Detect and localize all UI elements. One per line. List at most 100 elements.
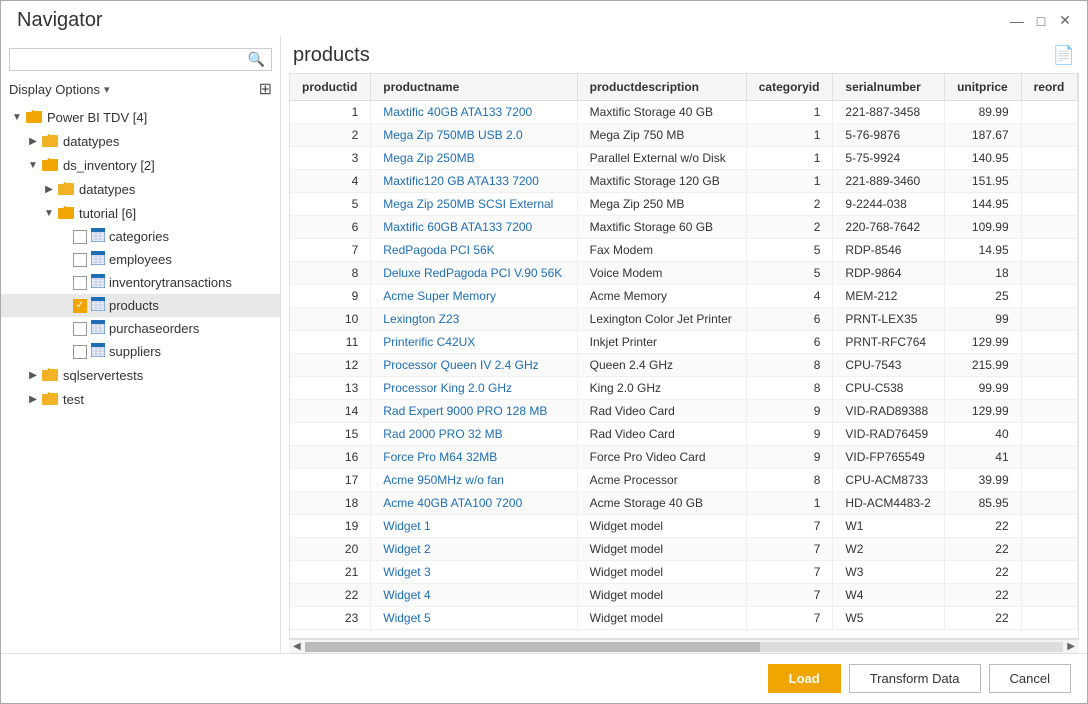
table-row[interactable]: 7RedPagoda PCI 56KFax Modem5RDP-854614.9… [290, 239, 1078, 262]
tree-item-inventorytransactions[interactable]: inventorytransactions [1, 271, 280, 294]
load-button[interactable]: Load [768, 664, 841, 693]
table-row[interactable]: 22Widget 4Widget model7W422 [290, 584, 1078, 607]
window-controls: — □ ✕ [1007, 11, 1075, 31]
nav-view-button[interactable]: ⊞ [259, 79, 272, 99]
table-row[interactable]: 12Processor Queen IV 2.4 GHzQueen 2.4 GH… [290, 354, 1078, 377]
table-cell: RedPagoda PCI 56K [371, 239, 577, 262]
table-row[interactable]: 8Deluxe RedPagoda PCI V.90 56KVoice Mode… [290, 262, 1078, 285]
table-row[interactable]: 6Maxtific 60GB ATA133 7200Maxtific Stora… [290, 216, 1078, 239]
tree-item-sqlservertests[interactable]: ▶sqlservertests [1, 363, 280, 387]
table-row[interactable]: 14Rad Expert 9000 PRO 128 MBRad Video Ca… [290, 400, 1078, 423]
scroll-right-arrow[interactable]: ▶ [1063, 639, 1079, 653]
tree-label-categories: categories [109, 229, 169, 244]
table-row[interactable]: 1Maxtific 40GB ATA133 7200Maxtific Stora… [290, 101, 1078, 124]
tree-item-products[interactable]: ✓ products [1, 294, 280, 317]
table-cell [1021, 400, 1077, 423]
table-cell: Widget model [577, 607, 746, 630]
table-cell: 7 [746, 561, 833, 584]
table-cell: 23 [290, 607, 371, 630]
tree-label-employees: employees [109, 252, 172, 267]
horizontal-scrollbar[interactable]: ◀ ▶ [289, 639, 1079, 653]
tree-label-datatypes2: datatypes [79, 182, 135, 197]
table-row[interactable]: 15Rad 2000 PRO 32 MBRad Video Card9VID-R… [290, 423, 1078, 446]
table-cell: 215.99 [945, 354, 1022, 377]
table-cell: 14.95 [945, 239, 1022, 262]
table-cell [1021, 561, 1077, 584]
table-cell: CPU-C538 [833, 377, 945, 400]
expand-icon-test: ▶ [25, 391, 41, 407]
checkbox-purchaseorders[interactable] [73, 322, 87, 336]
table-cell: 7 [746, 515, 833, 538]
transform-data-button[interactable]: Transform Data [849, 664, 981, 693]
table-row[interactable]: 21Widget 3Widget model7W322 [290, 561, 1078, 584]
table-row[interactable]: 3Mega Zip 250MBParallel External w/o Dis… [290, 147, 1078, 170]
table-cell: 144.95 [945, 193, 1022, 216]
scroll-left-arrow[interactable]: ◀ [289, 639, 305, 653]
checkbox-suppliers[interactable] [73, 345, 87, 359]
display-options-button[interactable]: Display Options ▾ [9, 82, 110, 97]
data-table-container[interactable]: productidproductnameproductdescriptionca… [289, 73, 1079, 639]
table-row[interactable]: 5Mega Zip 250MB SCSI ExternalMega Zip 25… [290, 193, 1078, 216]
table-cell: PRNT-LEX35 [833, 308, 945, 331]
tree-item-purchaseorders[interactable]: purchaseorders [1, 317, 280, 340]
close-button[interactable]: ✕ [1055, 11, 1075, 31]
table-row[interactable]: 2Mega Zip 750MB USB 2.0Mega Zip 750 MB15… [290, 124, 1078, 147]
table-row[interactable]: 10Lexington Z23Lexington Color Jet Print… [290, 308, 1078, 331]
table-cell: Widget 4 [371, 584, 577, 607]
table-cell: 221-887-3458 [833, 101, 945, 124]
table-cell: Widget 2 [371, 538, 577, 561]
table-row[interactable]: 20Widget 2Widget model7W222 [290, 538, 1078, 561]
tree-item-tutorial[interactable]: ▼tutorial [6] [1, 201, 280, 225]
expand-icon-purchaseorders [57, 321, 73, 337]
table-row[interactable]: 9Acme Super MemoryAcme Memory4MEM-21225 [290, 285, 1078, 308]
minimize-button[interactable]: — [1007, 11, 1027, 31]
table-row[interactable]: 18Acme 40GB ATA100 7200Acme Storage 40 G… [290, 492, 1078, 515]
table-cell: Acme Memory [577, 285, 746, 308]
checkbox-inventorytransactions[interactable] [73, 276, 87, 290]
expand-icon-suppliers [57, 344, 73, 360]
table-cell [1021, 147, 1077, 170]
tree-item-suppliers[interactable]: suppliers [1, 340, 280, 363]
tree-item-powerbi[interactable]: ▼Power BI TDV [4] [1, 105, 280, 129]
table-row[interactable]: 19Widget 1Widget model7W122 [290, 515, 1078, 538]
checkbox-employees[interactable] [73, 253, 87, 267]
table-cell: 10 [290, 308, 371, 331]
table-row[interactable]: 11Printerific C42UXInkjet Printer6PRNT-R… [290, 331, 1078, 354]
expand-icon-powerbi: ▼ [9, 109, 25, 125]
tree-item-ds_inventory[interactable]: ▼ds_inventory [2] [1, 153, 280, 177]
export-button[interactable]: 📄 [1053, 45, 1075, 66]
table-icon-suppliers [91, 343, 105, 360]
table-cell [1021, 170, 1077, 193]
table-cell: Widget model [577, 584, 746, 607]
search-input[interactable] [16, 52, 248, 67]
table-row[interactable]: 16Force Pro M64 32MBForce Pro Video Card… [290, 446, 1078, 469]
maximize-button[interactable]: □ [1031, 11, 1051, 31]
tree-label-products: products [109, 298, 159, 313]
display-options-bar: Display Options ▾ ⊞ [1, 77, 280, 105]
table-row[interactable]: 13Processor King 2.0 GHzKing 2.0 GHz8CPU… [290, 377, 1078, 400]
checkbox-products[interactable]: ✓ [73, 299, 87, 313]
navigator-dialog: Navigator — □ ✕ 🔍 Display Options ▾ ⊞ ▼P… [0, 0, 1088, 704]
footer: Load Transform Data Cancel [1, 653, 1087, 703]
tree-item-datatypes2[interactable]: ▶datatypes [1, 177, 280, 201]
display-options-label: Display Options [9, 82, 100, 97]
tree-item-datatypes1[interactable]: ▶datatypes [1, 129, 280, 153]
table-cell [1021, 216, 1077, 239]
expand-icon-sqlservertests: ▶ [25, 367, 41, 383]
tree-item-test[interactable]: ▶test [1, 387, 280, 411]
table-row[interactable]: 23Widget 5Widget model7W522 [290, 607, 1078, 630]
checkbox-categories[interactable] [73, 230, 87, 244]
tree-item-employees[interactable]: employees [1, 248, 280, 271]
cancel-button[interactable]: Cancel [989, 664, 1071, 693]
table-cell: 8 [746, 469, 833, 492]
table-cell: 22 [945, 584, 1022, 607]
dialog-title: Navigator [17, 9, 103, 32]
table-cell: W4 [833, 584, 945, 607]
table-cell: Mega Zip 750MB USB 2.0 [371, 124, 577, 147]
table-body: 1Maxtific 40GB ATA133 7200Maxtific Stora… [290, 101, 1078, 630]
table-row[interactable]: 17Acme 950MHz w/o fanAcme Processor8CPU-… [290, 469, 1078, 492]
table-cell: 21 [290, 561, 371, 584]
table-row[interactable]: 4Maxtific120 GB ATA133 7200Maxtific Stor… [290, 170, 1078, 193]
table-header-row: productidproductnameproductdescriptionca… [290, 74, 1078, 101]
tree-item-categories[interactable]: categories [1, 225, 280, 248]
